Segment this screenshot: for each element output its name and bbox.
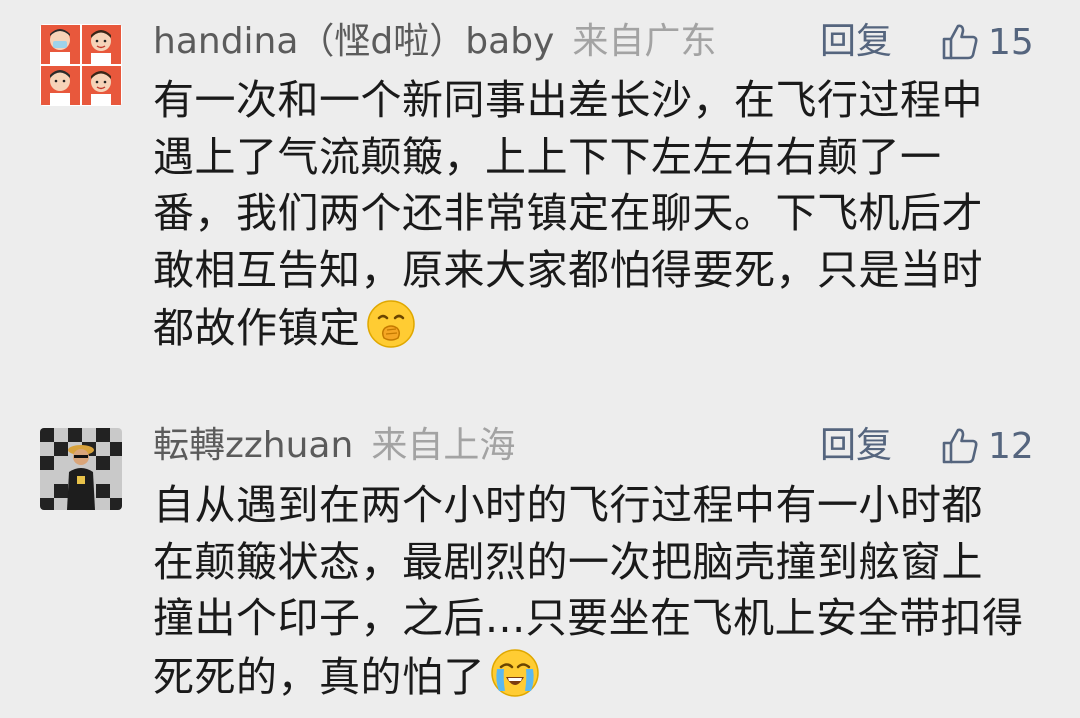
comment-line: 撞出个印子，之后...只要坐在飞机上安全带扣得 xyxy=(153,594,1024,642)
comment-line: 都故作镇定 xyxy=(153,304,361,352)
comment-body: 有一次和一个新同事出差长沙，在飞行过程中 遇上了气流颠簸，上上下下左左右右颠了一… xyxy=(153,72,1013,365)
comment-feed: handina（悭d啦）baby 来自广东 回复 15 有一次和一个新同事出差长沙… xyxy=(0,0,1080,718)
comment-body: 自从遇到在两个小时的飞行过程中有一小时都 在颠簸状态，最剧烈的一次把脑壳撞到舷窗… xyxy=(153,477,1024,714)
thumbs-up-icon xyxy=(942,24,978,60)
avatar[interactable] xyxy=(40,428,122,510)
location-label: 来自上海 xyxy=(371,425,516,466)
comment-line: 死死的，真的怕了 xyxy=(153,652,485,701)
thumbs-up-icon xyxy=(942,428,978,464)
location-label: 来自广东 xyxy=(572,21,717,62)
avatar-image xyxy=(40,24,122,106)
username[interactable]: handina（悭d啦）baby xyxy=(153,21,554,62)
comment-line: 敢相互告知，原来大家都怕得要死，只是当时 xyxy=(153,245,983,294)
comment-meta: handina（悭d啦）baby 来自广东 xyxy=(153,14,716,70)
reply-button[interactable]: 回复 xyxy=(820,418,892,474)
avatar-image xyxy=(40,428,122,510)
loudly-crying-face-icon xyxy=(489,647,541,714)
avatar[interactable] xyxy=(40,24,122,106)
comment-line: 遇上了气流颠簸，上上下下左左右右颠了一 xyxy=(153,132,942,181)
reply-button[interactable]: 回复 xyxy=(820,14,892,70)
comment-line: 番，我们两个还非常镇定在聊天。下飞机后才 xyxy=(153,189,983,237)
comment-line: 在颠簸状态，最剧烈的一次把脑壳撞到舷窗上 xyxy=(153,537,983,586)
comment-line: 自从遇到在两个小时的飞行过程中有一小时都 xyxy=(153,481,983,529)
face-with-hand-over-mouth-icon xyxy=(365,298,417,365)
comment-line: 有一次和一个新同事出差长沙，在飞行过程中 xyxy=(153,76,983,124)
username[interactable]: 転轉zzhuan xyxy=(153,425,353,466)
comment-meta: 転轉zzhuan 来自上海 xyxy=(153,418,515,474)
like-button[interactable]: 12 xyxy=(940,418,1034,474)
like-count: 12 xyxy=(988,425,1034,467)
like-count: 15 xyxy=(988,21,1034,63)
like-button[interactable]: 15 xyxy=(940,14,1034,70)
